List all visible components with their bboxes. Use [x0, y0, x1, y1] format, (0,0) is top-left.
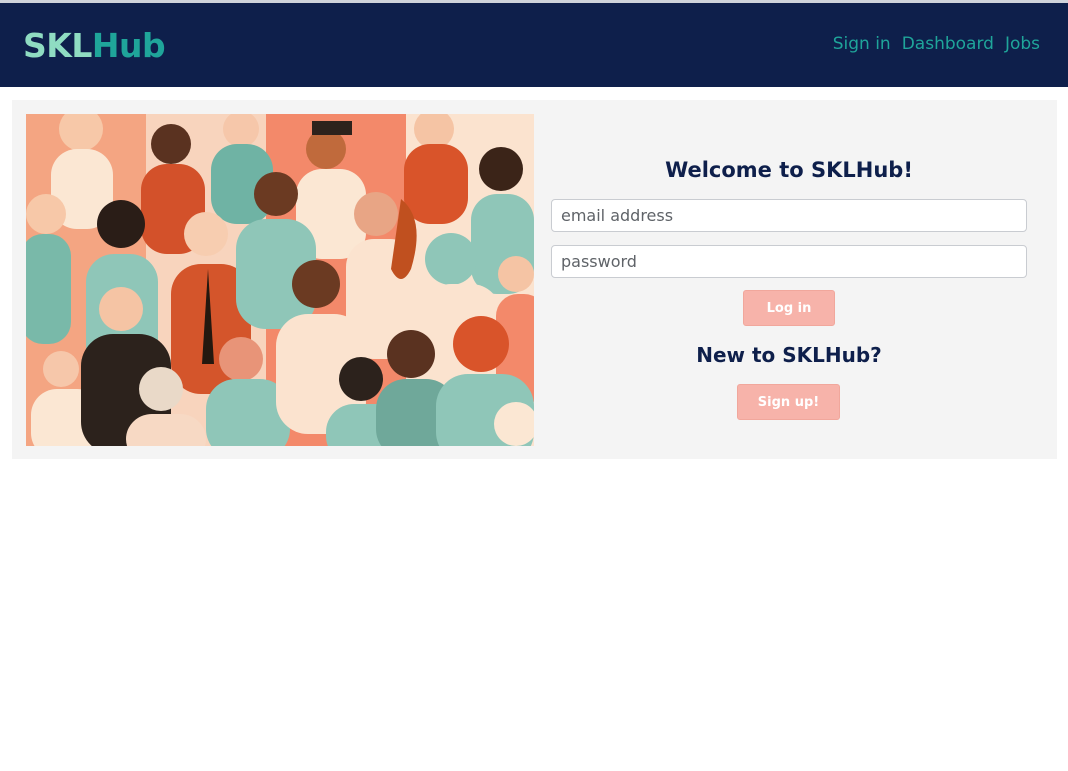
- brand-part-skl: SKL: [23, 26, 92, 65]
- signup-button[interactable]: Sign up!: [737, 384, 840, 420]
- password-field[interactable]: [551, 245, 1027, 278]
- navbar: SKLHub Sign in Dashboard Jobs: [0, 3, 1068, 87]
- login-form: Welcome to SKLHub! Log in New to SKLHub?…: [551, 100, 1027, 459]
- nav-links: Sign in Dashboard Jobs: [833, 33, 1040, 55]
- welcome-heading: Welcome to SKLHub!: [665, 158, 913, 182]
- nav-link-sign-in[interactable]: Sign in: [833, 33, 891, 55]
- new-to-heading: New to SKLHub?: [696, 343, 882, 367]
- login-button[interactable]: Log in: [743, 290, 835, 326]
- nav-link-dashboard[interactable]: Dashboard: [902, 33, 994, 55]
- crowd-illustration-icon: [26, 114, 534, 446]
- brand-logo[interactable]: SKLHub: [23, 26, 166, 66]
- nav-link-jobs[interactable]: Jobs: [1005, 33, 1040, 55]
- email-field[interactable]: [551, 199, 1027, 232]
- login-card: Welcome to SKLHub! Log in New to SKLHub?…: [12, 100, 1057, 459]
- brand-part-hub: Hub: [91, 26, 166, 65]
